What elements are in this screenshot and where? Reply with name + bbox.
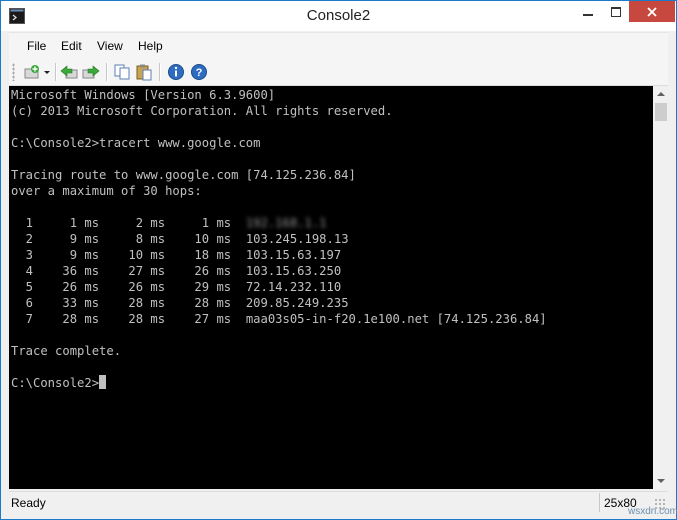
console-line: Trace complete. [11, 344, 122, 358]
previous-tab-button[interactable] [60, 63, 78, 81]
close-button[interactable] [629, 1, 675, 22]
hop-times: 2 9 ms 8 ms 10 ms [11, 232, 246, 246]
console-line: C:\Console2>tracert www.google.com [11, 136, 261, 150]
status-bar: Ready 25x80 [9, 491, 668, 514]
console-prompt: C:\Console2> [11, 376, 100, 390]
help-button[interactable]: ? [190, 63, 208, 81]
chevron-up-icon [657, 92, 665, 96]
text-cursor [99, 375, 107, 389]
hop-times: 6 33 ms 28 ms 28 ms [11, 296, 246, 310]
hop-row: 4 36 ms 27 ms 26 ms 103.15.63.250 [11, 263, 342, 279]
console-line: Tracing route to www.google.com [74.125.… [11, 168, 356, 182]
toolbar-separator [159, 63, 161, 81]
hop-times: 5 26 ms 26 ms 29 ms [11, 280, 246, 294]
paste-button[interactable] [135, 63, 153, 81]
title-bar[interactable]: Console2 [1, 1, 676, 31]
menu-help[interactable]: Help [138, 39, 163, 53]
toolbar-grip[interactable] [12, 63, 15, 81]
info-icon [168, 64, 184, 80]
maximize-icon [611, 7, 621, 17]
scroll-down-button[interactable] [653, 473, 669, 489]
copy-icon [114, 64, 130, 80]
console-line: (c) 2013 Microsoft Corporation. All righ… [11, 104, 393, 118]
hop-host: 103.15.63.250 [245, 264, 342, 278]
hop-host: 103.15.63.197 [245, 248, 342, 262]
hop-host: 103.245.198.13 [245, 232, 349, 246]
console-prompt-line: C:\Console2> [11, 375, 107, 391]
minimize-icon [583, 14, 593, 16]
arrow-left-icon [60, 65, 78, 79]
scroll-thumb[interactable] [655, 103, 667, 121]
hop-row: 7 28 ms 28 ms 27 ms maa03s05-in-f20.1e10… [11, 311, 547, 327]
arrow-right-icon [82, 65, 100, 79]
toolbar-separator [106, 63, 108, 81]
about-button[interactable] [167, 63, 185, 81]
console-output[interactable]: Microsoft Windows [Version 6.3.9600] (c)… [9, 86, 653, 489]
hop-row: 5 26 ms 26 ms 29 ms 72.14.232.110 [11, 279, 342, 295]
dropdown-arrow-icon [44, 71, 50, 74]
console2-window: Console2 File Edit View Help ? Microsoft… [0, 0, 677, 520]
hop-times: 3 9 ms 10 ms 18 ms [11, 248, 246, 262]
hop-times: 4 36 ms 27 ms 26 ms [11, 264, 246, 278]
watermark: wsxdn.com [628, 506, 677, 517]
hop-host: 72.14.232.110 [245, 280, 342, 294]
hop-row: 3 9 ms 10 ms 18 ms 103.15.63.197 [11, 247, 342, 263]
new-tab-button[interactable] [23, 63, 41, 81]
new-tab-dropdown-button[interactable] [42, 63, 52, 81]
menu-edit[interactable]: Edit [61, 39, 82, 53]
chevron-down-icon [657, 479, 665, 483]
toolbar: ? [9, 59, 668, 86]
console-line: Microsoft Windows [Version 6.3.9600] [11, 88, 276, 102]
maximize-button[interactable] [599, 1, 633, 23]
new-tab-icon [24, 65, 39, 79]
scroll-up-button[interactable] [653, 86, 669, 102]
paste-icon [136, 64, 152, 81]
menu-view[interactable]: View [97, 39, 123, 53]
close-icon [647, 6, 657, 17]
menu-bar: File Edit View Help [9, 32, 668, 59]
menu-file[interactable]: File [27, 39, 46, 53]
status-text: Ready [11, 496, 46, 510]
next-tab-button[interactable] [82, 63, 100, 81]
hop-times: 7 28 ms 28 ms 27 ms [11, 312, 246, 326]
copy-button[interactable] [113, 63, 131, 81]
hop-row: 2 9 ms 8 ms 10 ms 103.245.198.13 [11, 231, 349, 247]
hop-row: 1 1 ms 2 ms 1 ms 192.168.1.1 [11, 215, 327, 231]
svg-text:?: ? [196, 67, 203, 79]
toolbar-separator [55, 63, 57, 81]
hop-row: 6 33 ms 28 ms 28 ms 209.85.249.235 [11, 295, 349, 311]
hop-host: 209.85.249.235 [245, 296, 349, 310]
help-icon: ? [191, 64, 207, 80]
console-line: over a maximum of 30 hops: [11, 184, 202, 198]
hop-host: maa03s05-in-f20.1e100.net [74.125.236.84… [245, 312, 547, 326]
hop-times: 1 1 ms 2 ms 1 ms [11, 216, 246, 230]
vertical-scrollbar[interactable] [653, 86, 669, 489]
hop-host: 192.168.1.1 [245, 216, 327, 230]
